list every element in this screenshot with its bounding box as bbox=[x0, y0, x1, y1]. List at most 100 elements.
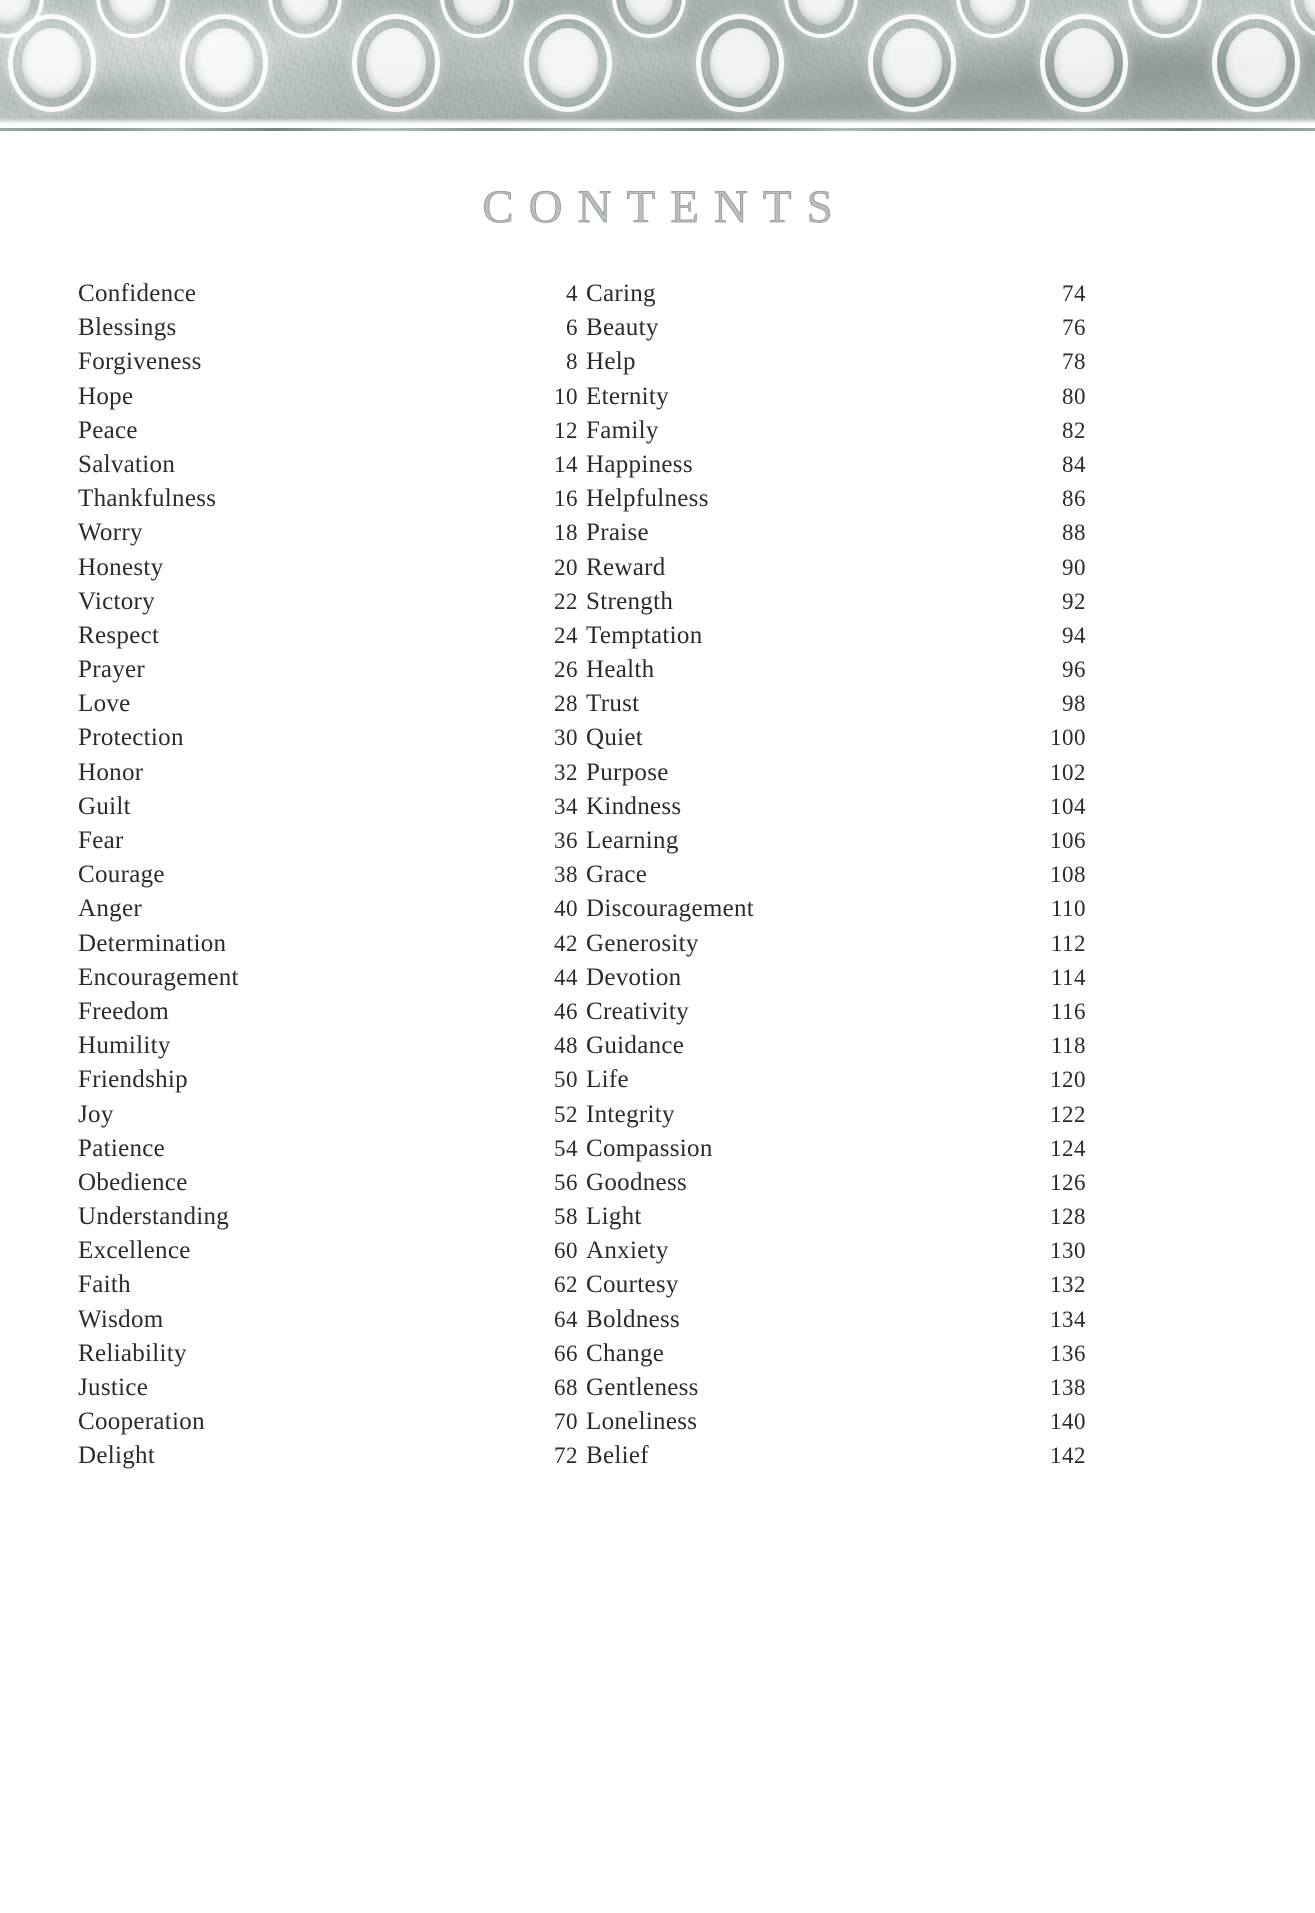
contents-entry-page-number: 126 bbox=[1050, 1169, 1086, 1195]
contents-entry[interactable]: Justice 68 bbox=[78, 1374, 578, 1408]
contents-entry[interactable]: Forgiveness 8 bbox=[78, 348, 578, 382]
contents-entry[interactable]: Salvation 14 bbox=[78, 451, 578, 485]
contents-entry[interactable]: Honor 32 bbox=[78, 759, 578, 793]
contents-entry[interactable]: Encouragement 44 bbox=[78, 964, 578, 998]
contents-entry[interactable]: Purpose 102 bbox=[586, 759, 1086, 793]
contents-entry[interactable]: Praise 88 bbox=[586, 519, 1086, 553]
contents-entry[interactable]: Quiet 100 bbox=[586, 724, 1086, 758]
contents-entry[interactable]: Blessings 6 bbox=[78, 314, 578, 348]
contents-entry-title: Boldness bbox=[586, 1305, 681, 1333]
contents-entry[interactable]: Learning 106 bbox=[586, 827, 1086, 861]
contents-entry[interactable]: Victory 22 bbox=[78, 588, 578, 622]
contents-entry-title: Forgiveness bbox=[78, 348, 202, 376]
contents-entry-page-number: 102 bbox=[1050, 759, 1086, 785]
contents-entry[interactable]: Belief 142 bbox=[586, 1442, 1086, 1476]
contents-entry-page-number: 64 bbox=[554, 1306, 578, 1332]
contents-entry[interactable]: Humility 48 bbox=[78, 1032, 578, 1066]
contents-entry[interactable]: Loneliness 140 bbox=[586, 1408, 1086, 1442]
contents-entry[interactable]: Excellence 60 bbox=[78, 1237, 578, 1271]
contents-entry-title: Discouragement bbox=[586, 895, 755, 923]
contents-entry[interactable]: Determination 42 bbox=[78, 930, 578, 964]
contents-entry[interactable]: Guidance 118 bbox=[586, 1032, 1086, 1066]
contents-entry-title: Trust bbox=[586, 690, 640, 718]
contents-entry-page-number: 114 bbox=[1050, 964, 1086, 990]
contents-entry[interactable]: Worry 18 bbox=[78, 519, 578, 553]
contents-entry[interactable]: Trust 98 bbox=[586, 690, 1086, 724]
contents-entry[interactable]: Boldness 134 bbox=[586, 1306, 1086, 1340]
contents-entry[interactable]: Hope 10 bbox=[78, 383, 578, 417]
contents-entry[interactable]: Discouragement 110 bbox=[586, 895, 1086, 929]
contents-entry[interactable]: Courtesy 132 bbox=[586, 1271, 1086, 1305]
contents-entry-title: Strength bbox=[586, 587, 674, 615]
contents-entry[interactable]: Patience 54 bbox=[78, 1135, 578, 1169]
contents-entry[interactable]: Strength 92 bbox=[586, 588, 1086, 622]
contents-entry[interactable]: Anxiety 130 bbox=[586, 1237, 1086, 1271]
contents-entry[interactable]: Wisdom 64 bbox=[78, 1306, 578, 1340]
contents-entry-title: Guidance bbox=[586, 1032, 685, 1060]
contents-entry-page-number: 16 bbox=[554, 486, 578, 512]
contents-entry[interactable]: Fear 36 bbox=[78, 827, 578, 861]
contents-entry[interactable]: Integrity 122 bbox=[586, 1101, 1086, 1135]
contents-entry[interactable]: Life 120 bbox=[586, 1066, 1086, 1100]
contents-entry-page-number: 6 bbox=[566, 315, 578, 341]
contents-entry[interactable]: Prayer 26 bbox=[78, 656, 578, 690]
contents-entry[interactable]: Courage 38 bbox=[78, 861, 578, 895]
contents-entry-title: Hope bbox=[78, 382, 134, 410]
contents-entry-page-number: 10 bbox=[554, 383, 578, 409]
contents-entry[interactable]: Guilt 34 bbox=[78, 793, 578, 827]
ring-motif bbox=[352, 14, 440, 112]
contents-entry-title: Encouragement bbox=[78, 963, 239, 991]
contents-entry[interactable]: Anger 40 bbox=[78, 895, 578, 929]
contents-entry[interactable]: Delight 72 bbox=[78, 1442, 578, 1476]
contents-entry[interactable]: Faith 62 bbox=[78, 1271, 578, 1305]
contents-entry[interactable]: Beauty 76 bbox=[586, 314, 1086, 348]
contents-entry[interactable]: Obedience 56 bbox=[78, 1169, 578, 1203]
contents-entry[interactable]: Confidence 4 bbox=[78, 280, 578, 314]
contents-entry[interactable]: Temptation 94 bbox=[586, 622, 1086, 656]
contents-entry-title: Life bbox=[586, 1066, 629, 1094]
contents-entry[interactable]: Help 78 bbox=[586, 348, 1086, 382]
contents-entry[interactable]: Change 136 bbox=[586, 1340, 1086, 1374]
contents-entry[interactable]: Generosity 112 bbox=[586, 930, 1086, 964]
contents-entry-page-number: 118 bbox=[1050, 1033, 1086, 1059]
contents-entry-title: Health bbox=[586, 656, 655, 684]
contents-entry[interactable]: Health 96 bbox=[586, 656, 1086, 690]
contents-entry-title: Thankfulness bbox=[78, 485, 217, 513]
contents-entry[interactable]: Grace 108 bbox=[586, 861, 1086, 895]
contents-entry[interactable]: Respect 24 bbox=[78, 622, 578, 656]
contents-entry[interactable]: Light 128 bbox=[586, 1203, 1086, 1237]
contents-entry-title: Courtesy bbox=[586, 1271, 679, 1299]
contents-entry[interactable]: Happiness 84 bbox=[586, 451, 1086, 485]
contents-entry-title: Blessings bbox=[78, 314, 177, 342]
contents-entry-page-number: 48 bbox=[554, 1033, 578, 1059]
contents-entry[interactable]: Helpfulness 86 bbox=[586, 485, 1086, 519]
contents-entry[interactable]: Reliability 66 bbox=[78, 1340, 578, 1374]
contents-entry[interactable]: Understanding 58 bbox=[78, 1203, 578, 1237]
contents-entry[interactable]: Eternity 80 bbox=[586, 383, 1086, 417]
contents-entry[interactable]: Creativity 116 bbox=[586, 998, 1086, 1032]
contents-entry-title: Courage bbox=[78, 861, 165, 889]
contents-entry[interactable]: Protection 30 bbox=[78, 724, 578, 758]
contents-entry[interactable]: Joy 52 bbox=[78, 1101, 578, 1135]
contents-entry[interactable]: Devotion 114 bbox=[586, 964, 1086, 998]
contents-entry[interactable]: Compassion 124 bbox=[586, 1135, 1086, 1169]
contents-entry[interactable]: Peace 12 bbox=[78, 417, 578, 451]
contents-entry-title: Fear bbox=[78, 827, 124, 854]
contents-entry[interactable]: Goodness 126 bbox=[586, 1169, 1086, 1203]
contents-entry-title: Determination bbox=[78, 929, 227, 957]
contents-entry[interactable]: Honesty 20 bbox=[78, 554, 578, 588]
contents-entry[interactable]: Love 28 bbox=[78, 690, 578, 724]
contents-entry[interactable]: Kindness 104 bbox=[586, 793, 1086, 827]
contents-entry-title: Love bbox=[78, 690, 131, 718]
contents-entry[interactable]: Freedom 46 bbox=[78, 998, 578, 1032]
contents-entry[interactable]: Friendship 50 bbox=[78, 1066, 578, 1100]
contents-entry[interactable]: Cooperation 70 bbox=[78, 1408, 578, 1442]
contents-entry-title: Guilt bbox=[78, 792, 131, 820]
contents-entry[interactable]: Family 82 bbox=[586, 417, 1086, 451]
contents-entry[interactable]: Reward 90 bbox=[586, 554, 1086, 588]
contents-entry[interactable]: Thankfulness 16 bbox=[78, 485, 578, 519]
contents-entry[interactable]: Gentleness 138 bbox=[586, 1374, 1086, 1408]
contents-entry-page-number: 134 bbox=[1050, 1306, 1086, 1332]
contents-entry-title: Friendship bbox=[78, 1066, 188, 1094]
contents-entry[interactable]: Caring 74 bbox=[586, 280, 1086, 314]
